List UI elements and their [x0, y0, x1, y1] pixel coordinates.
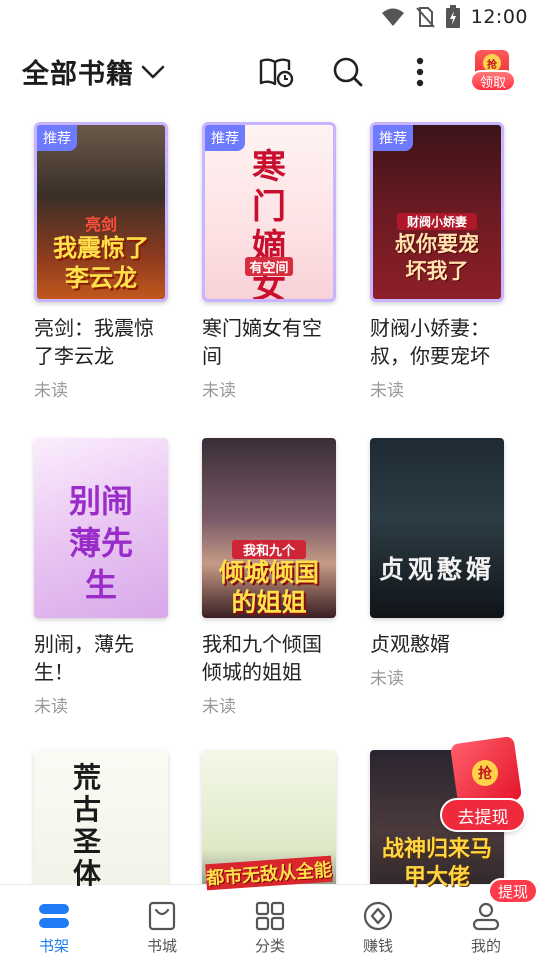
- person-icon: [469, 899, 503, 933]
- book-item[interactable]: 贞观憨婿 贞观憨婿 未读: [370, 438, 508, 689]
- book-item[interactable]: 我和九个 倾城倾国的姐姐 我和九个倾国倾城的姐姐 未读: [202, 438, 340, 717]
- book-item[interactable]: 推荐 财阀小娇妻 叔你要宠坏我了 财阀小娇妻：叔，你要宠坏 未读: [370, 122, 508, 401]
- nav-label: 书架: [38, 937, 69, 955]
- read-status: 未读: [34, 697, 68, 717]
- more-options-button[interactable]: [400, 52, 440, 92]
- search-button[interactable]: [328, 52, 368, 92]
- recommend-tag: 推荐: [373, 125, 413, 151]
- nav-label: 赚钱: [362, 937, 393, 955]
- bag-icon: [145, 899, 179, 933]
- nav-label: 分类: [254, 937, 285, 955]
- cover-title: 贞观憨婿: [378, 555, 495, 584]
- recommend-tag: 推荐: [205, 125, 245, 151]
- status-time: 12:00: [470, 6, 528, 28]
- book-cover[interactable]: 推荐 财阀小娇妻 叔你要宠坏我了: [370, 122, 504, 302]
- cover-subtitle: 我和九个: [232, 540, 306, 559]
- coin-icon: [361, 899, 395, 933]
- book-title: 贞观憨婿: [370, 632, 450, 656]
- book-clock-icon: [259, 58, 294, 88]
- cover-subtitle: 亮剑: [84, 215, 117, 234]
- book-cover[interactable]: 贞观憨婿: [370, 438, 504, 618]
- reward-coin: 抢: [472, 760, 498, 786]
- book-title: 财阀小娇妻：叔，你要宠坏: [370, 316, 490, 368]
- book-item[interactable]: 推荐 亮剑 我震惊了李云龙 亮剑：我震惊了李云龙 未读: [34, 122, 172, 401]
- read-status: 未读: [370, 669, 404, 689]
- cover-title: 叔你要宠坏我了: [395, 232, 479, 283]
- grid-icon: [253, 899, 287, 933]
- recommend-tag: 推荐: [37, 125, 77, 151]
- book-title: 亮剑：我震惊了李云龙: [34, 316, 154, 368]
- nav-item-category[interactable]: 分类: [216, 885, 324, 960]
- book-cover[interactable]: 推荐 亮剑 我震惊了李云龙: [34, 122, 168, 302]
- read-status: 未读: [370, 381, 404, 401]
- bookshelf-icon: [37, 899, 71, 933]
- page-title: 全部书籍: [22, 59, 134, 90]
- book-cover[interactable]: 推荐 寒门嫡女 有空间: [202, 122, 336, 302]
- wifi-icon: [381, 8, 404, 26]
- cover-title: 寒门嫡女: [252, 147, 286, 302]
- bookshelf-filter-dropdown[interactable]: 全部书籍: [22, 52, 166, 91]
- reading-history-button[interactable]: [256, 52, 296, 92]
- cover-subtitle: 财阀小娇妻: [397, 213, 477, 230]
- book-title: 我和九个倾国倾城的姐姐: [202, 632, 322, 684]
- read-status: 未读: [202, 381, 236, 401]
- nav-item-earn[interactable]: 赚钱: [324, 885, 432, 960]
- read-status: 未读: [202, 697, 236, 717]
- book-item[interactable]: 别闹薄先生 别闹，薄先生！ 未读: [34, 438, 172, 717]
- battery-icon: [445, 5, 460, 28]
- header: 全部书籍 抢 领取: [0, 44, 540, 100]
- book-cover[interactable]: 我和九个 倾城倾国的姐姐: [202, 438, 336, 618]
- status-bar: 12:00: [0, 0, 540, 36]
- cover-subtitle: 有空间: [245, 257, 293, 276]
- nav-label: 我的: [470, 937, 501, 955]
- cover-title: 倾城倾国的姐姐: [218, 558, 319, 617]
- nav-item-bookstore[interactable]: 书城: [108, 885, 216, 960]
- cover-title: 别闹薄先生: [68, 482, 133, 604]
- no-sim-icon: [415, 7, 435, 28]
- more-vertical-icon: [416, 57, 424, 87]
- cover-title: 荒古圣体: [72, 761, 101, 890]
- claim-reward-label: 领取: [470, 70, 516, 92]
- withdraw-button[interactable]: 去提现: [440, 798, 526, 832]
- reward-redpacket-button[interactable]: 抢 领取: [466, 48, 520, 98]
- search-icon: [333, 57, 363, 87]
- nav-item-bookshelf[interactable]: 书架: [0, 885, 108, 960]
- read-status: 未读: [34, 381, 68, 401]
- book-cover[interactable]: 别闹薄先生: [34, 438, 168, 618]
- cover-title: 我震惊了李云龙: [53, 234, 149, 292]
- cover-title: 战神归来马甲大佬: [382, 837, 493, 890]
- book-item[interactable]: 推荐 寒门嫡女 有空间 寒门嫡女有空间 未读: [202, 122, 340, 401]
- floating-withdraw-redpacket[interactable]: 抢 去提现: [440, 735, 530, 834]
- bottom-nav: 书架 书城 分类 赚钱 我的: [0, 884, 540, 960]
- chevron-down-icon: [141, 65, 165, 78]
- book-title: 寒门嫡女有空间: [202, 316, 322, 368]
- nav-label: 书城: [146, 937, 177, 955]
- book-title: 别闹，薄先生！: [34, 632, 134, 684]
